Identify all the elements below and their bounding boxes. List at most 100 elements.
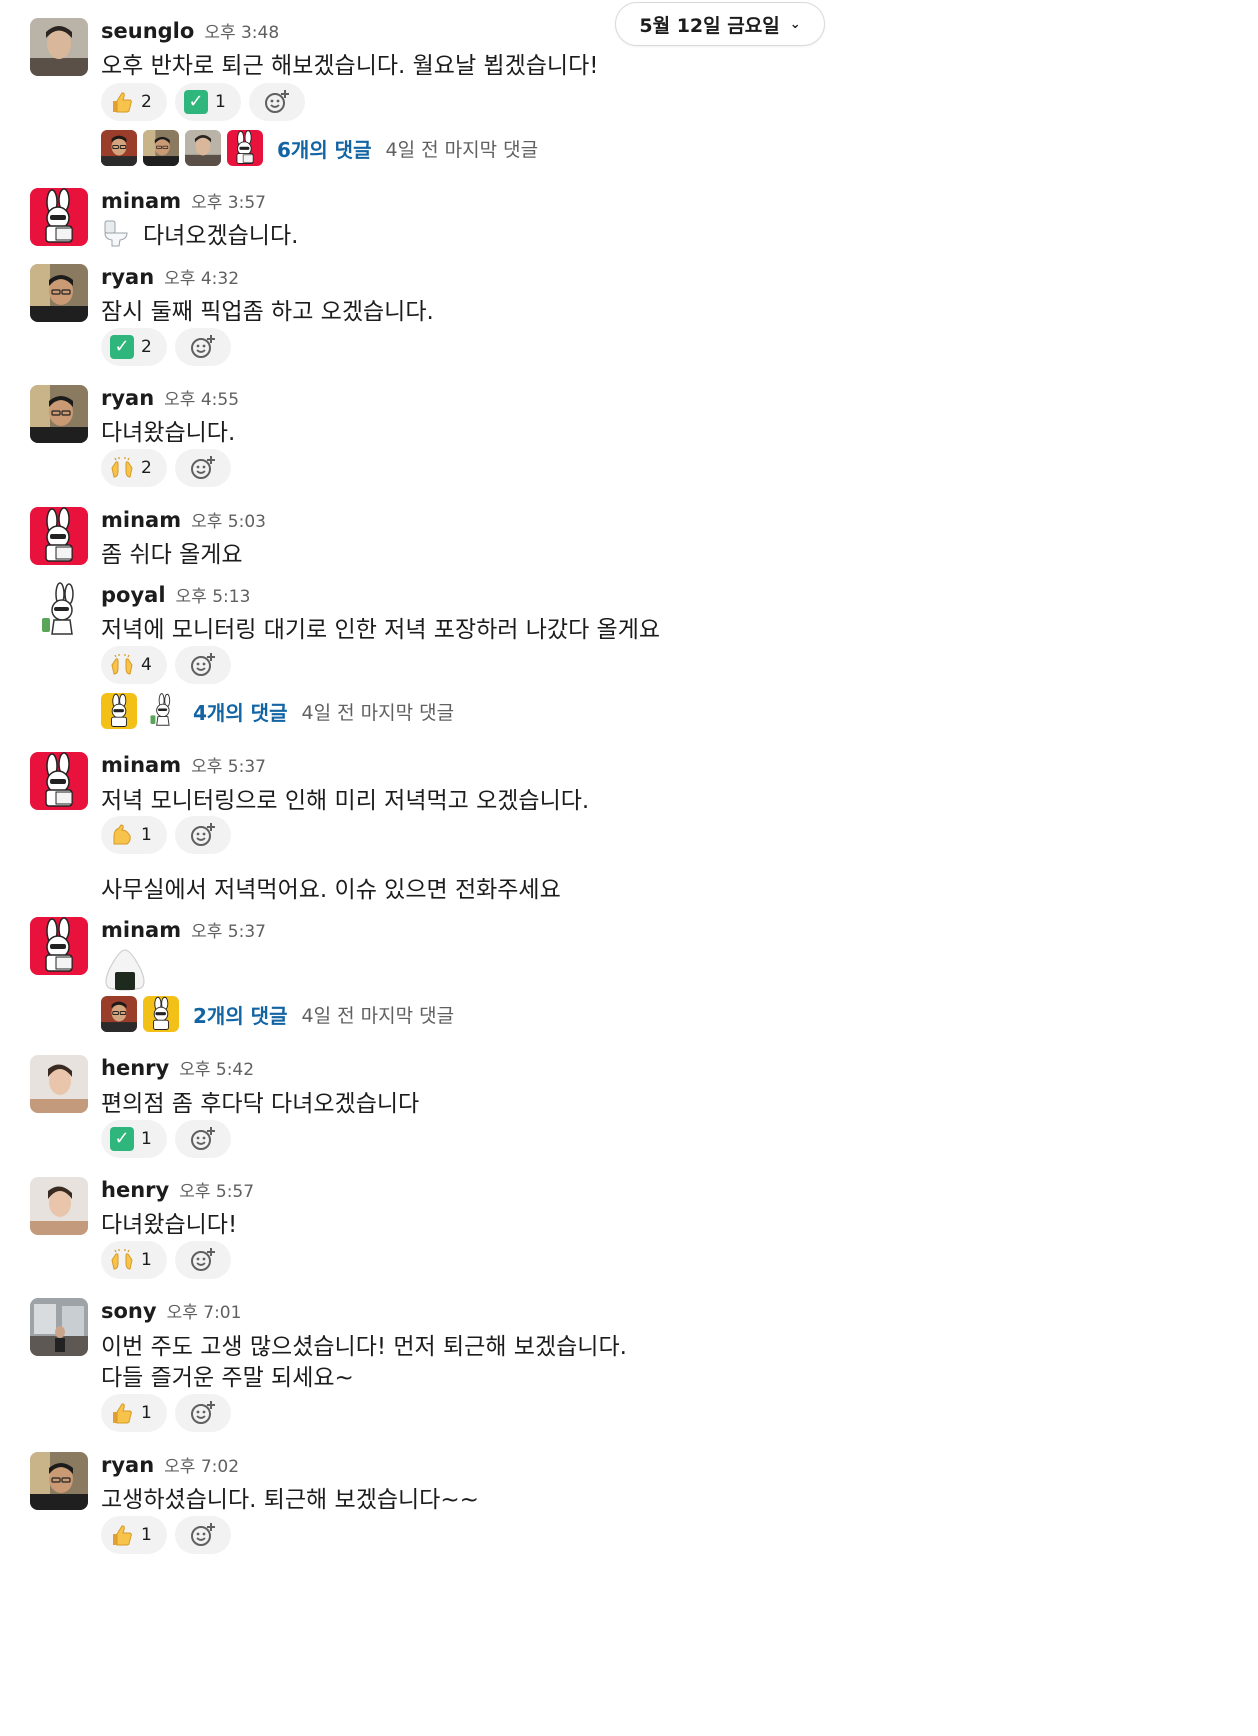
add-reaction-icon [189,1246,217,1274]
thumbs-up-icon [109,1522,135,1548]
message-text: 잠시 둘째 픽업좀 하고 오겠습니다. [101,299,434,325]
message-sender[interactable]: henry 오후 5:57 [101,1177,254,1202]
thread-summary[interactable]: 4개의 댓글 4일 전 마지막 댓글 [101,693,454,729]
avatar [101,996,137,1032]
thread-reply-count[interactable]: 4개의 댓글 [193,697,287,726]
message-time[interactable]: 오후 5:03 [191,512,266,532]
thumbs-up-icon [109,1400,135,1426]
add-reaction-icon [189,333,217,361]
flexed-biceps-icon [109,822,135,848]
raising-hands-icon [109,1247,135,1273]
reaction-bar: ✓ 1 [101,1120,231,1158]
thread-last-reply: 4일 전 마지막 댓글 [301,701,455,724]
avatar[interactable] [30,917,88,975]
reaction-raising-hands[interactable]: 4 [101,646,167,684]
avatar[interactable] [30,582,88,640]
add-reaction-button[interactable] [175,1241,231,1279]
avatar[interactable] [30,188,88,246]
add-reaction-icon [263,88,291,116]
message-sender[interactable]: minam 오후 5:03 [101,507,266,532]
add-reaction-icon [189,1521,217,1549]
reaction-bar: 1 [101,1241,231,1279]
message-time[interactable]: 오후 5:37 [191,922,266,942]
avatar[interactable] [30,1298,88,1356]
message-sender[interactable]: minam 오후 3:57 [101,188,266,213]
thread-summary[interactable]: 2개의 댓글 4일 전 마지막 댓글 [101,996,454,1032]
message-time[interactable]: 오후 5:37 [191,757,266,777]
add-reaction-button[interactable] [175,1394,231,1432]
reaction-flexed-biceps[interactable]: 1 [101,816,167,854]
add-reaction-button[interactable] [249,83,305,121]
message-sender[interactable]: ryan 오후 4:32 [101,264,239,289]
thumbs-up-icon [109,89,135,115]
chevron-down-icon: ⌄ [789,16,801,32]
add-reaction-button[interactable] [175,1516,231,1554]
reaction-bar: ✓ 2 [101,328,231,366]
thread-summary[interactable]: 6개의 댓글 4일 전 마지막 댓글 [101,130,538,166]
message-sender[interactable]: minam 오후 5:37 [101,917,266,942]
avatar [185,130,221,166]
thread-reply-count[interactable]: 2개의 댓글 [193,1000,287,1029]
avatar[interactable] [30,507,88,565]
avatar [101,693,137,729]
reaction-raising-hands[interactable]: 1 [101,1241,167,1279]
reaction-check-mark[interactable]: ✓ 2 [101,328,167,366]
message-time[interactable]: 오후 7:01 [167,1303,242,1323]
add-reaction-button[interactable] [175,1120,231,1158]
avatar[interactable] [30,752,88,810]
message-sender[interactable]: henry 오후 5:42 [101,1055,254,1080]
message-sender[interactable]: sony 오후 7:01 [101,1298,241,1323]
add-reaction-icon [189,651,217,679]
avatar[interactable] [30,1055,88,1113]
message-followup-text: 사무실에서 저녁먹어요. 이슈 있으면 전화주세요 [101,877,561,903]
message-time[interactable]: 오후 4:55 [164,390,239,410]
thread-last-reply: 4일 전 마지막 댓글 [385,138,539,161]
add-reaction-icon [189,821,217,849]
reaction-bar: 1 [101,1394,231,1432]
message-text: 고생하셨습니다. 퇴근해 보겠습니다~~ [101,1487,479,1513]
message-sender[interactable]: seunglo 오후 3:48 [101,18,279,43]
message-text: 저녁에 모니터링 대기로 인한 저녁 포장하러 나갔다 올게요 [101,617,661,643]
add-reaction-icon [189,454,217,482]
message-text: 다녀오겠습니다. [101,216,298,250]
reaction-bar: 2 [101,449,231,487]
message-time[interactable]: 오후 4:32 [164,269,239,289]
reaction-bar: 2 ✓ 1 [101,83,305,121]
reaction-check-mark[interactable]: ✓ 1 [101,1120,167,1158]
message-text: 좀 쉬다 올게요 [101,542,243,568]
message-sender[interactable]: minam 오후 5:37 [101,752,266,777]
raising-hands-icon [109,455,135,481]
avatar [101,130,137,166]
message-text: 이번 주도 고생 많으셨습니다! 먼저 퇴근해 보겠습니다. [101,1334,627,1360]
reaction-bar: 4 [101,646,231,684]
avatar[interactable] [30,1177,88,1235]
message-time[interactable]: 오후 5:42 [179,1060,254,1080]
date-divider-label: 5월 12일 금요일 [639,14,780,37]
message-sender[interactable]: ryan 오후 4:55 [101,385,239,410]
message-time[interactable]: 오후 5:57 [179,1182,254,1202]
message-time[interactable]: 오후 5:13 [176,587,251,607]
thread-reply-count[interactable]: 6개의 댓글 [277,134,371,163]
add-reaction-button[interactable] [175,646,231,684]
avatar[interactable] [30,1452,88,1510]
message-time[interactable]: 오후 3:57 [191,193,266,213]
reaction-thumbs-up[interactable]: 1 [101,1516,167,1554]
avatar[interactable] [30,264,88,322]
add-reaction-button[interactable] [175,816,231,854]
add-reaction-button[interactable] [175,449,231,487]
avatar[interactable] [30,18,88,76]
reaction-raising-hands[interactable]: 2 [101,449,167,487]
add-reaction-button[interactable] [175,328,231,366]
reaction-thumbs-up[interactable]: 2 [101,83,167,121]
reaction-thumbs-up[interactable]: 1 [101,1394,167,1432]
message-time[interactable]: 오후 3:48 [204,23,279,43]
avatar [227,130,263,166]
message-time[interactable]: 오후 7:02 [164,1457,239,1477]
date-divider-button[interactable]: 5월 12일 금요일 ⌄ [615,2,825,46]
check-mark-icon: ✓ [183,89,209,115]
message-sender[interactable]: ryan 오후 7:02 [101,1452,239,1477]
message-sender[interactable]: poyal 오후 5:13 [101,582,250,607]
avatar[interactable] [30,385,88,443]
reaction-check-mark[interactable]: ✓ 1 [175,83,241,121]
message-text: 오후 반차로 퇴근 해보겠습니다. 월요날 뵙겠습니다! [101,53,599,79]
